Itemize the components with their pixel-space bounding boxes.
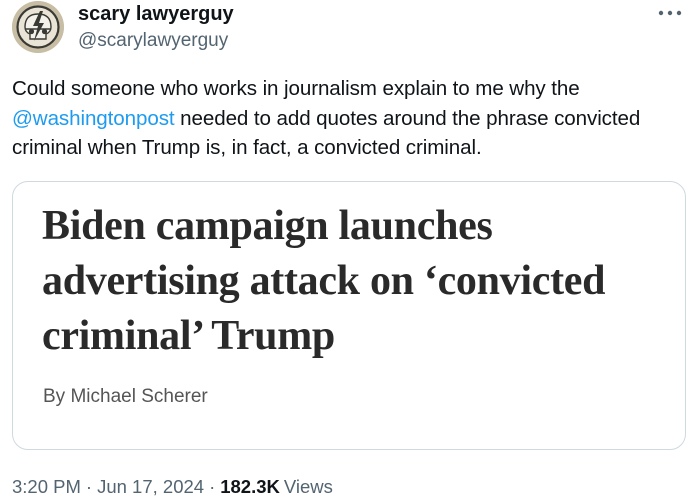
separator: · [85,476,93,497]
views-label: Views [283,476,333,497]
avatar[interactable] [12,1,64,53]
article-byline: By Michael Scherer [43,386,208,407]
ellipsis-icon[interactable] [657,8,683,18]
mention-link[interactable]: @washingtonpost [12,107,175,130]
timestamp-date[interactable]: Jun 17, 2024 [97,476,204,497]
tweet-metadata: 3:20 PM · Jun 17, 2024 · 182.3K Views [12,476,333,498]
article-headline: Biden campaign launches advertising atta… [42,203,606,359]
steal-your-face-skull-icon [12,1,64,53]
timestamp-time[interactable]: 3:20 PM [12,476,81,497]
tweet-header: scary lawyerguy @scarylawyerguy [12,0,685,58]
display-name[interactable]: scary lawyerguy [78,2,234,26]
username-handle[interactable]: @scarylawyerguy [78,30,228,52]
views-count[interactable]: 182.3K [220,476,280,497]
separator: · [209,476,216,497]
tweet-text-part: Could someone who works in journalism ex… [12,77,580,100]
tweet-text: Could someone who works in journalism ex… [12,74,688,163]
attached-image-card[interactable]: Biden campaign launches advertising atta… [12,181,686,450]
